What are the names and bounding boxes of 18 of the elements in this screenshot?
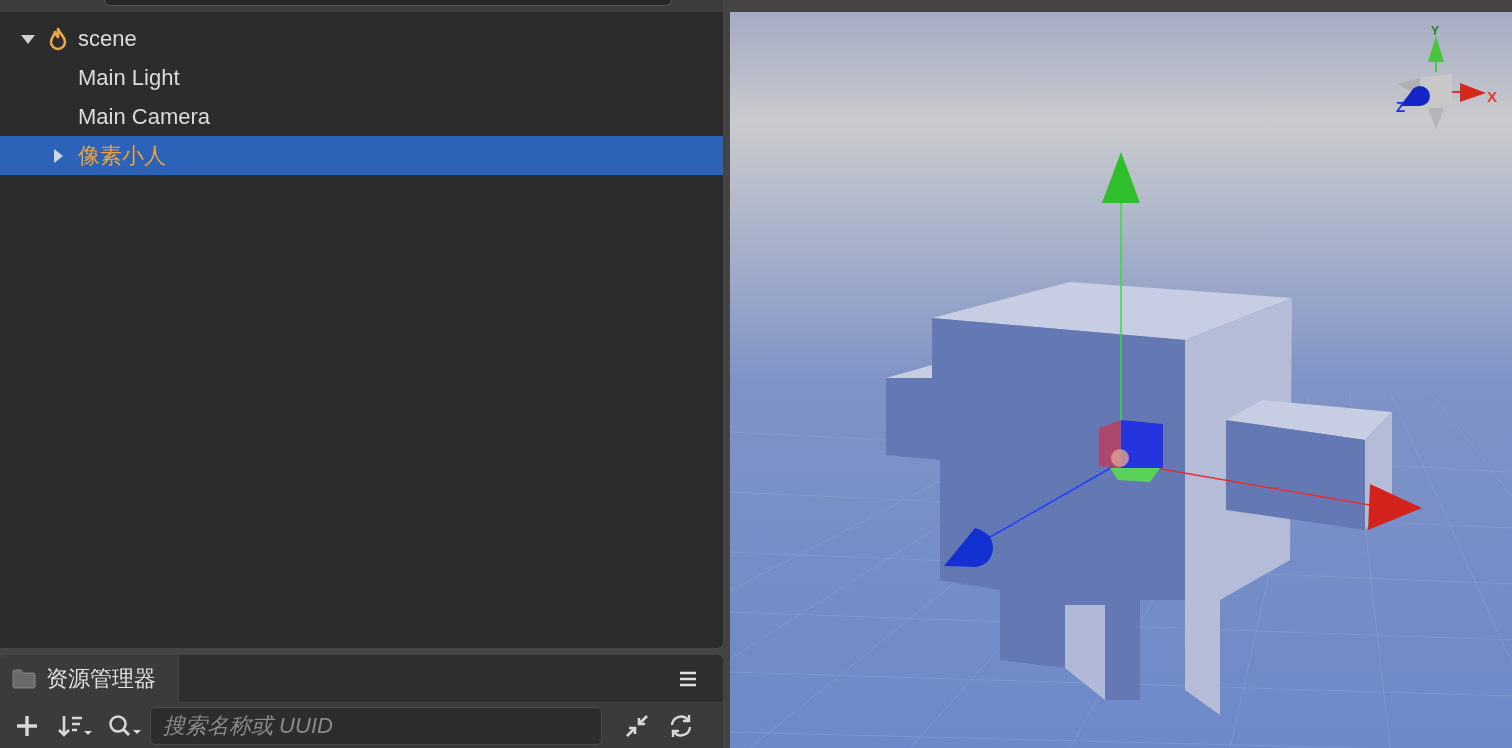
collapse-icon[interactable] — [624, 712, 650, 739]
search-field[interactable] — [104, 0, 672, 6]
folder-icon — [12, 669, 36, 689]
search-icon[interactable] — [108, 712, 144, 739]
tree-item-label: 像素小人 — [78, 142, 166, 169]
tree-item[interactable]: Main Camera — [0, 97, 723, 136]
tree-item[interactable]: scene — [0, 19, 723, 58]
tree-item-label: Main Light — [78, 64, 180, 91]
axis-label: X — [1487, 88, 1497, 105]
axis-label: Y — [1431, 24, 1439, 38]
flame-icon — [48, 26, 68, 51]
refresh-icon[interactable] — [668, 712, 694, 739]
tree-item[interactable]: Main Light — [0, 58, 723, 97]
menu-icon[interactable] — [679, 670, 697, 687]
tree-item-label: scene — [78, 25, 137, 52]
search-field[interactable]: 搜索名称或 UUID — [150, 706, 602, 745]
axis-label: Z — [1396, 98, 1406, 115]
tree-item-label: Main Camera — [78, 103, 211, 130]
